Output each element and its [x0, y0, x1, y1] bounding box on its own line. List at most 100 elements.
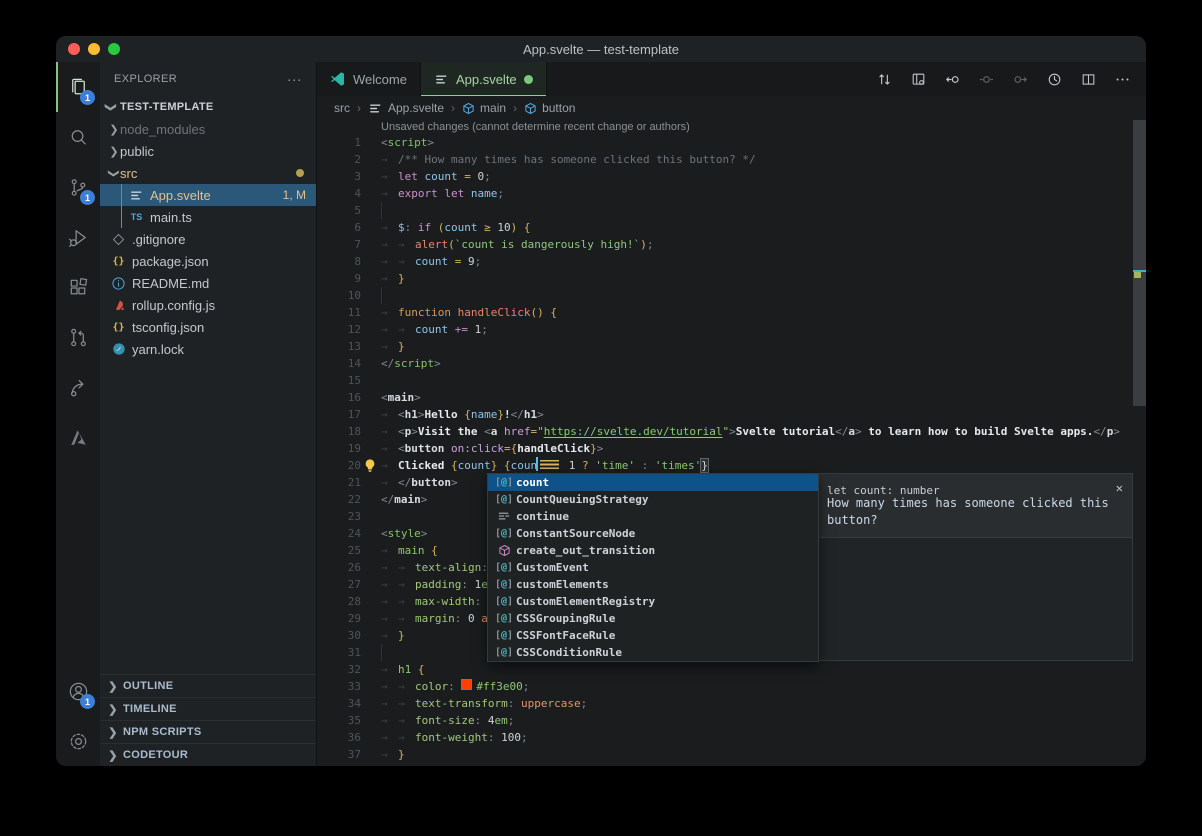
suggest-item-countqueuingstrategy[interactable]: [@]CountQueuingStrategy	[488, 491, 818, 508]
code-line[interactable]: 3→let count = 0;	[317, 168, 1146, 185]
breadcrumb-item-app-svelte[interactable]: App.svelte	[368, 101, 444, 116]
sidebar-panel-npm-scripts[interactable]: ❯NPM SCRIPTS	[100, 720, 316, 743]
breadcrumb-item-src[interactable]: src	[334, 101, 350, 115]
code-line[interactable]: 1<script>	[317, 134, 1146, 151]
sidebar-panel-timeline[interactable]: ❯TIMELINE	[100, 697, 316, 720]
line-number: 33	[317, 678, 361, 695]
tab-app-svelte[interactable]: App.svelte	[421, 62, 547, 96]
code-line[interactable]: 2→/** How many times has someone clicked…	[317, 151, 1146, 168]
code-line[interactable]: 14</script>	[317, 355, 1146, 372]
tree-item-src[interactable]: ❯src	[100, 162, 316, 184]
code-line[interactable]: 34→→text-transform: uppercase;	[317, 695, 1146, 712]
code-line[interactable]: 10	[317, 287, 1146, 304]
tree-item-node-modules[interactable]: ❯node_modules	[100, 118, 316, 140]
line-number: 28	[317, 593, 361, 610]
tree-item-app-svelte[interactable]: App.svelte1, M	[100, 184, 316, 206]
activity-bar-item-live-share[interactable]	[56, 362, 100, 412]
activity-bar-item-source-control[interactable]: 1	[56, 162, 100, 212]
breadcrumb-item-main[interactable]: main	[462, 101, 506, 115]
suggest-item-customelements[interactable]: [@]customElements	[488, 576, 818, 593]
minimize-window-button[interactable]	[88, 43, 100, 55]
sidebar-panel-codetour[interactable]: ❯CODETOUR	[100, 743, 316, 766]
suggest-item-create_out_transition[interactable]: create_out_transition	[488, 542, 818, 559]
activity-bar-item-azure[interactable]	[56, 412, 100, 462]
code-line[interactable]: 36→→font-weight: 100;	[317, 729, 1146, 746]
toolbar-heatmap-icon[interactable]	[978, 71, 995, 88]
breadcrumb-separator: ›	[357, 101, 361, 115]
at-bracket-icon: [@]	[495, 610, 513, 627]
suggest-item-cssgroupingrule[interactable]: [@]CSSGroupingRule	[488, 610, 818, 627]
code-line[interactable]: 12→→count += 1;	[317, 321, 1146, 338]
toolbar-next-change-icon[interactable]	[1012, 71, 1029, 88]
close-window-button[interactable]	[68, 43, 80, 55]
code-line[interactable]: 37→}	[317, 746, 1146, 763]
tab-bar: WelcomeApp.svelte	[317, 62, 1146, 96]
code-line[interactable]: 19→<button on:click={handleClick}>	[317, 440, 1146, 457]
suggest-item-continue[interactable]: continue	[488, 508, 818, 525]
toolbar-file-history-icon[interactable]	[1046, 71, 1063, 88]
activity-bar-item-explorer[interactable]: 1	[56, 62, 100, 112]
code-line[interactable]: 13→}	[317, 338, 1146, 355]
tree-item-package-json[interactable]: {}package.json	[100, 250, 316, 272]
code-line[interactable]: 32→h1 {	[317, 661, 1146, 678]
tree-item-main-ts[interactable]: TSmain.ts	[100, 206, 316, 228]
suggest-docs-description: How many times has someone clicked this …	[827, 495, 1132, 529]
code-line[interactable]: 33→→color: #ff3e00;	[317, 678, 1146, 695]
traffic-lights	[68, 43, 120, 55]
title-bar[interactable]: App.svelte — test-template	[56, 36, 1146, 62]
code-line[interactable]: 20→Clicked {count} {coun 1 ? 'time' : 't…	[317, 457, 1146, 474]
activity-bar-item-run-debug[interactable]	[56, 212, 100, 262]
code-line[interactable]: 8→→count = 9;	[317, 253, 1146, 270]
tree-item-public[interactable]: ❯public	[100, 140, 316, 162]
activity-bar-item-settings[interactable]	[56, 716, 100, 766]
toolbar-previous-change-icon[interactable]	[944, 71, 961, 88]
code-area[interactable]: Unsaved changes (cannot determine recent…	[317, 120, 1146, 766]
tree-item--gitignore[interactable]: .gitignore	[100, 228, 316, 250]
tab-welcome[interactable]: Welcome	[317, 62, 421, 96]
toolbar-more-actions-icon[interactable]	[1114, 71, 1131, 88]
breadcrumb-item-button[interactable]: button	[524, 101, 575, 115]
toolbar-open-preview-icon[interactable]	[910, 71, 927, 88]
code-line[interactable]: 4→export let name;	[317, 185, 1146, 202]
line-number: 15	[317, 372, 361, 389]
suggest-item-cssfontfacerule[interactable]: [@]CSSFontFaceRule	[488, 627, 818, 644]
scrollbar-thumb[interactable]	[1133, 120, 1146, 406]
tree-item-rollup-config-js[interactable]: rollup.config.js	[100, 294, 316, 316]
line-number: 5	[317, 202, 361, 219]
indent-guide	[381, 202, 382, 219]
editor-toolbar	[876, 62, 1146, 96]
activity-bar-item-search[interactable]	[56, 112, 100, 162]
code-line[interactable]: 18→<p>Visit the <a href="https://svelte.…	[317, 423, 1146, 440]
activity-bar-item-github-pull-requests[interactable]	[56, 312, 100, 362]
suggest-item-customelementregistry[interactable]: [@]CustomElementRegistry	[488, 593, 818, 610]
toolbar-split-editor-icon[interactable]	[1080, 71, 1097, 88]
suggest-item-customevent[interactable]: [@]CustomEvent	[488, 559, 818, 576]
suggest-item-constantsourcenode[interactable]: [@]ConstantSourceNode	[488, 525, 818, 542]
zoom-window-button[interactable]	[108, 43, 120, 55]
code-line[interactable]: 11→function handleClick() {	[317, 304, 1146, 321]
color-swatch[interactable]	[461, 679, 472, 690]
code-line[interactable]: 7→→alert(`count is dangerously high!`);	[317, 236, 1146, 253]
info-icon	[111, 276, 126, 291]
tree-item-tsconfig-json[interactable]: {}tsconfig.json	[100, 316, 316, 338]
explorer-more-actions-icon[interactable]: ···	[287, 71, 302, 87]
code-line[interactable]: 15	[317, 372, 1146, 389]
suggest-item-count[interactable]: [@]count	[488, 474, 818, 491]
code-line[interactable]: 6→$: if (count ≥ 10) {	[317, 219, 1146, 236]
file-label: node_modules	[120, 122, 205, 137]
sidebar-panel-outline[interactable]: ❯OUTLINE	[100, 674, 316, 697]
code-line[interactable]: 16<main>	[317, 389, 1146, 406]
suggest-item-cssconditionrule[interactable]: [@]CSSConditionRule	[488, 644, 818, 661]
toolbar-open-changes-icon[interactable]	[876, 71, 893, 88]
tree-item-yarn-lock[interactable]: yarn.lock	[100, 338, 316, 360]
lightbulb-icon[interactable]	[363, 458, 377, 472]
activity-bar-item-extensions[interactable]	[56, 262, 100, 312]
code-line[interactable]: 17→<h1>Hello {name}!</h1>	[317, 406, 1146, 423]
tree-item-readme-md[interactable]: README.md	[100, 272, 316, 294]
code-line[interactable]: 35→→font-size: 4em;	[317, 712, 1146, 729]
editor-scrollbar[interactable]	[1133, 120, 1146, 766]
code-line[interactable]: 9→}	[317, 270, 1146, 287]
workspace-section-header[interactable]: ❯ TEST-TEMPLATE	[100, 96, 316, 118]
code-line[interactable]: 5	[317, 202, 1146, 219]
activity-bar-item-accounts[interactable]: 1	[56, 666, 100, 716]
